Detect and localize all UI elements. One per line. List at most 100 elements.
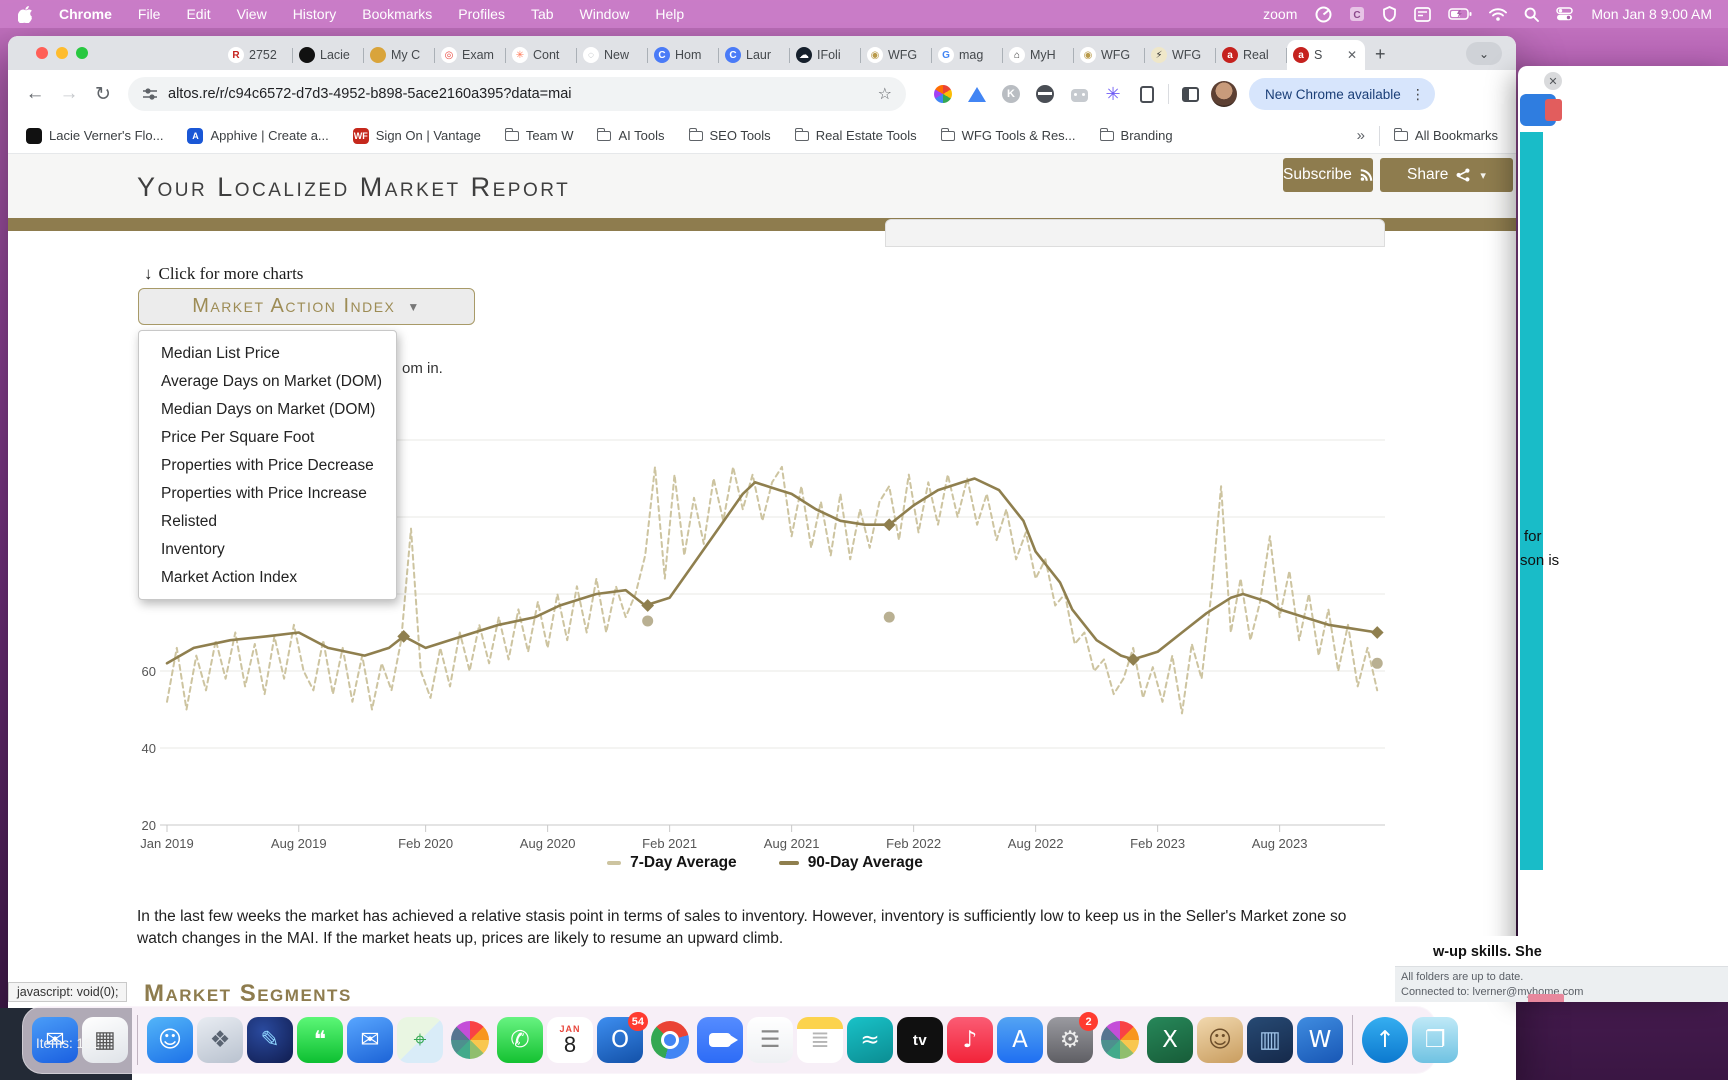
mail-window-close-icon[interactable]: ✕ <box>1544 72 1562 90</box>
close-tab-icon[interactable]: ✕ <box>1345 48 1359 62</box>
photos-icon[interactable] <box>447 1017 493 1063</box>
bookmark-wfg-tools-res-[interactable]: WFG Tools & Res... <box>940 127 1076 143</box>
menu-item-relisted[interactable]: Relisted <box>139 508 396 536</box>
launchpad-icon[interactable]: ❖ <box>197 1017 243 1063</box>
search-tabs-button[interactable]: ⌄ <box>1466 42 1502 65</box>
reload-button[interactable]: ↻ <box>86 83 120 106</box>
word-icon[interactable]: W <box>1297 1017 1343 1063</box>
address-bar[interactable]: altos.re/r/c94c6572-d7d3-4952-b898-5ace2… <box>128 77 906 111</box>
bookmark-real-estate-tools[interactable]: Real Estate Tools <box>794 127 917 143</box>
starburst-icon[interactable]: ✳ <box>1102 83 1124 105</box>
minimize-window-button[interactable] <box>56 47 68 59</box>
menu-help[interactable]: Help <box>655 6 684 22</box>
bookmark-ai-tools[interactable]: AI Tools <box>597 127 665 143</box>
clipboard-icon[interactable] <box>1136 83 1158 105</box>
notes-icon[interactable]: ≣ <box>797 1017 843 1063</box>
robot-icon[interactable] <box>1068 83 1090 105</box>
cyan-app-icon[interactable]: ❐ <box>1412 1017 1458 1063</box>
audio-app-icon[interactable]: ≈ <box>847 1017 893 1063</box>
tab-my-c[interactable]: My C <box>364 40 435 70</box>
calendar-status-icon[interactable] <box>1414 6 1432 22</box>
bookmarks-overflow-chevron[interactable]: » <box>1357 127 1365 144</box>
menu-file[interactable]: File <box>138 6 161 22</box>
window-controls[interactable] <box>36 47 88 59</box>
incognito-icon[interactable] <box>1034 83 1056 105</box>
profile-avatar[interactable] <box>1211 81 1237 107</box>
background-mail-window[interactable]: ✕ for son is <box>1518 66 1728 992</box>
site-info-icon[interactable] <box>142 86 158 102</box>
menu-app-name[interactable]: Chrome <box>59 6 112 22</box>
menu-bookmarks[interactable]: Bookmarks <box>362 6 432 22</box>
tab-exam[interactable]: ◎ Exam <box>435 40 506 70</box>
cloud-sync-icon[interactable]: ↑ <box>1362 1017 1408 1063</box>
shield-icon[interactable] <box>1382 6 1397 22</box>
tab-2752[interactable]: R 2752 <box>222 40 293 70</box>
wifi-icon[interactable] <box>1489 7 1508 21</box>
control-center-icon[interactable] <box>1556 7 1574 21</box>
recording-icon[interactable] <box>1315 6 1332 23</box>
tab-cont[interactable]: ✳ Cont <box>506 40 577 70</box>
music-icon[interactable]: ♪ <box>947 1017 993 1063</box>
battery-icon[interactable] <box>1448 8 1472 20</box>
browser-menu-icon[interactable]: ⋮ <box>1411 86 1425 103</box>
finder-icon[interactable]: ☺ <box>147 1017 193 1063</box>
zoom-window-button[interactable] <box>76 47 88 59</box>
zoom-menubar-label[interactable]: zoom <box>1263 6 1297 22</box>
close-window-button[interactable] <box>36 47 48 59</box>
click-for-more-charts[interactable]: ↓ Click for more charts <box>144 264 303 284</box>
tab-lacie[interactable]: Lacie <box>293 40 364 70</box>
apple-menu-icon[interactable] <box>18 5 33 23</box>
zoom-icon[interactable] <box>697 1017 743 1063</box>
tab-wfg[interactable]: ◉ WFG <box>861 40 932 70</box>
notebook-app-icon[interactable]: ▥ <box>1247 1017 1293 1063</box>
tab-real[interactable]: a Real <box>1216 40 1287 70</box>
menu-profiles[interactable]: Profiles <box>458 6 505 22</box>
outlook-icon[interactable]: O 54 <box>597 1012 648 1063</box>
excel-icon[interactable]: X <box>1147 1017 1193 1063</box>
maps-icon[interactable]: ⌖ <box>397 1017 443 1063</box>
menu-item-price-per-square-foot[interactable]: Price Per Square Foot <box>139 424 396 452</box>
bookmark-team-w[interactable]: Team W <box>504 127 573 143</box>
color-pinwheel-icon[interactable] <box>932 83 954 105</box>
menu-item-average-days-on-market-dom-[interactable]: Average Days on Market (DOM) <box>139 368 396 396</box>
share-button[interactable]: Share ▾ <box>1380 158 1513 192</box>
new-tab-button[interactable]: + <box>1375 44 1386 65</box>
drive-icon[interactable] <box>966 83 988 105</box>
tab-laur[interactable]: C Laur <box>719 40 790 70</box>
menu-history[interactable]: History <box>293 6 337 22</box>
contacts-icon[interactable]: ☺ <box>1197 1017 1243 1063</box>
apple-tv-icon[interactable]: tv <box>897 1017 943 1063</box>
tab-hom[interactable]: C Hom <box>648 40 719 70</box>
settings-icon[interactable]: ⚙ 2 <box>1047 1012 1098 1063</box>
search-icon[interactable] <box>1524 7 1540 22</box>
bookmark-seo-tools[interactable]: SEO Tools <box>688 127 771 143</box>
k-circle-icon[interactable]: K <box>1000 83 1022 105</box>
menu-item-properties-with-price-decrease[interactable]: Properties with Price Decrease <box>139 452 396 480</box>
back-button[interactable]: ← <box>18 83 52 105</box>
bookmark-branding[interactable]: Branding <box>1099 127 1173 143</box>
messages-icon[interactable]: ❝ <box>297 1017 343 1063</box>
new-chrome-available-button[interactable]: New Chrome available ⋮ <box>1249 78 1435 110</box>
bookmark-lacie-verner-s-flo-[interactable]: Lacie Verner's Flo... <box>26 127 163 144</box>
color-wheel-app-icon[interactable] <box>1097 1017 1143 1063</box>
menu-item-inventory[interactable]: Inventory <box>139 536 396 564</box>
menu-edit[interactable]: Edit <box>186 6 210 22</box>
tab-new[interactable]: ◌ New <box>577 40 648 70</box>
bookmark-star-icon[interactable]: ☆ <box>878 84 892 104</box>
chart-selector-dropdown[interactable]: Market Action Index ▼ <box>138 288 475 325</box>
menu-view[interactable]: View <box>237 6 267 22</box>
mail-alt-icon[interactable]: ✉ <box>347 1017 393 1063</box>
all-bookmarks[interactable]: All Bookmarks <box>1393 127 1498 143</box>
menu-tab[interactable]: Tab <box>531 6 554 22</box>
pen-app-icon[interactable]: ✎ <box>247 1017 293 1063</box>
forward-button[interactable]: → <box>52 83 86 105</box>
menu-item-properties-with-price-increase[interactable]: Properties with Price Increase <box>139 480 396 508</box>
chrome-icon[interactable] <box>647 1017 693 1063</box>
bookmark-apphive-create-a-[interactable]: A Apphive | Create a... <box>187 127 329 144</box>
c-app-icon[interactable]: C <box>1349 6 1365 22</box>
calendar-icon[interactable]: JAN 8 <box>547 1017 593 1063</box>
menu-item-median-list-price[interactable]: Median List Price <box>139 340 396 368</box>
subscribe-button[interactable]: Subscribe <box>1283 158 1373 192</box>
tab-ifoli[interactable]: ☁ IFoli <box>790 40 861 70</box>
menu-item-median-days-on-market-dom-[interactable]: Median Days on Market (DOM) <box>139 396 396 424</box>
